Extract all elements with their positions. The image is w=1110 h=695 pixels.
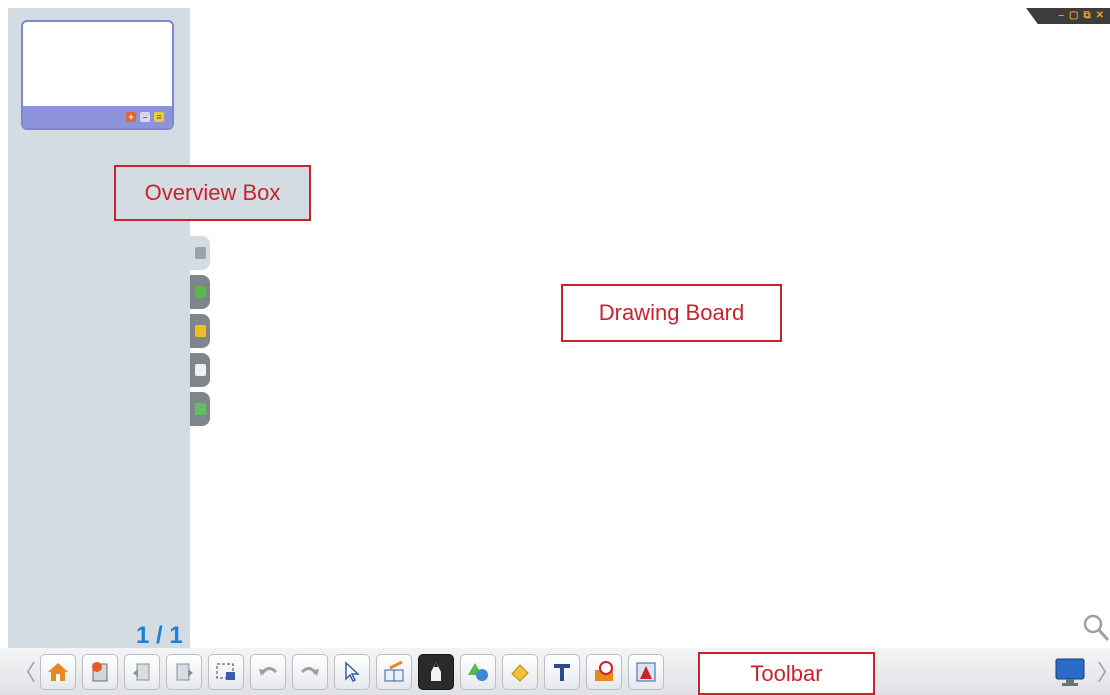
home-button[interactable] bbox=[40, 654, 76, 690]
pen-button[interactable] bbox=[418, 654, 454, 690]
next-page-icon bbox=[176, 663, 193, 681]
pages-tab[interactable] bbox=[190, 236, 210, 270]
comment-tab[interactable] bbox=[190, 353, 210, 387]
display-icon[interactable] bbox=[1053, 655, 1087, 689]
toolbar-scroll-right-icon[interactable]: 〉 bbox=[1097, 655, 1110, 687]
toolbox-icon bbox=[194, 325, 206, 337]
home-icon bbox=[48, 663, 68, 681]
text-button[interactable] bbox=[544, 654, 580, 690]
shapes-icon bbox=[468, 663, 488, 681]
background-button[interactable] bbox=[628, 654, 664, 690]
previous-page-button[interactable] bbox=[124, 654, 160, 690]
toolbar-scroll-left-icon[interactable]: 〈 bbox=[14, 655, 36, 687]
remove-page-icon[interactable]: – bbox=[140, 112, 150, 122]
text-icon bbox=[554, 664, 570, 681]
next-page-button[interactable] bbox=[166, 654, 202, 690]
select-button[interactable] bbox=[334, 654, 370, 690]
comment-icon bbox=[194, 364, 206, 376]
side-tabs bbox=[190, 236, 210, 431]
restore-icon[interactable]: ▢ bbox=[1069, 11, 1078, 21]
add-page-icon[interactable]: + bbox=[126, 112, 136, 122]
toolbar-tools bbox=[40, 654, 664, 690]
maximize-icon[interactable]: ⧉ bbox=[1083, 11, 1090, 21]
background-icon bbox=[636, 662, 656, 682]
zoom-icon[interactable] bbox=[1082, 613, 1110, 643]
overview-panel: + – ≡ 1 / 1 bbox=[8, 8, 190, 649]
attachment-tab[interactable] bbox=[190, 392, 210, 426]
tools-box-button[interactable] bbox=[586, 654, 622, 690]
toolbox-tab[interactable] bbox=[190, 314, 210, 348]
pen-icon bbox=[431, 662, 441, 681]
shapes-button[interactable] bbox=[460, 654, 496, 690]
redo-icon bbox=[300, 667, 319, 676]
redo-button[interactable] bbox=[292, 654, 328, 690]
gallery-icon bbox=[194, 286, 206, 298]
new-page-icon bbox=[92, 662, 108, 682]
prev-page-icon bbox=[133, 663, 150, 681]
drawing-board-annotation: Drawing Board bbox=[561, 284, 782, 342]
screen-capture-button[interactable] bbox=[208, 654, 244, 690]
eraser-button[interactable] bbox=[502, 654, 538, 690]
page-indicator: 1 / 1 bbox=[136, 622, 183, 649]
tools-box-icon bbox=[595, 661, 613, 681]
handwriting-recognition-button[interactable] bbox=[376, 654, 412, 690]
eraser-icon bbox=[511, 664, 529, 682]
gallery-tab[interactable] bbox=[190, 275, 210, 309]
undo-button[interactable] bbox=[250, 654, 286, 690]
pages-icon bbox=[194, 247, 206, 259]
window-controls: – ▢ ⧉ ✕ bbox=[1026, 8, 1110, 24]
new-page-button[interactable] bbox=[82, 654, 118, 690]
attachment-icon bbox=[194, 403, 206, 415]
overview-box-annotation: Overview Box bbox=[114, 165, 311, 221]
handwriting-recognition-icon bbox=[384, 660, 404, 682]
page-thumbnail[interactable]: + – ≡ bbox=[21, 20, 174, 130]
minimize-icon[interactable]: – bbox=[1058, 11, 1064, 21]
undo-icon bbox=[259, 667, 278, 676]
toolbar-annotation: Toolbar bbox=[698, 652, 875, 695]
screen-capture-icon bbox=[216, 663, 235, 680]
thumbnail-bar: + – ≡ bbox=[23, 106, 172, 128]
select-icon bbox=[345, 661, 360, 683]
page-menu-icon[interactable]: ≡ bbox=[154, 112, 164, 122]
close-icon[interactable]: ✕ bbox=[1096, 11, 1104, 21]
